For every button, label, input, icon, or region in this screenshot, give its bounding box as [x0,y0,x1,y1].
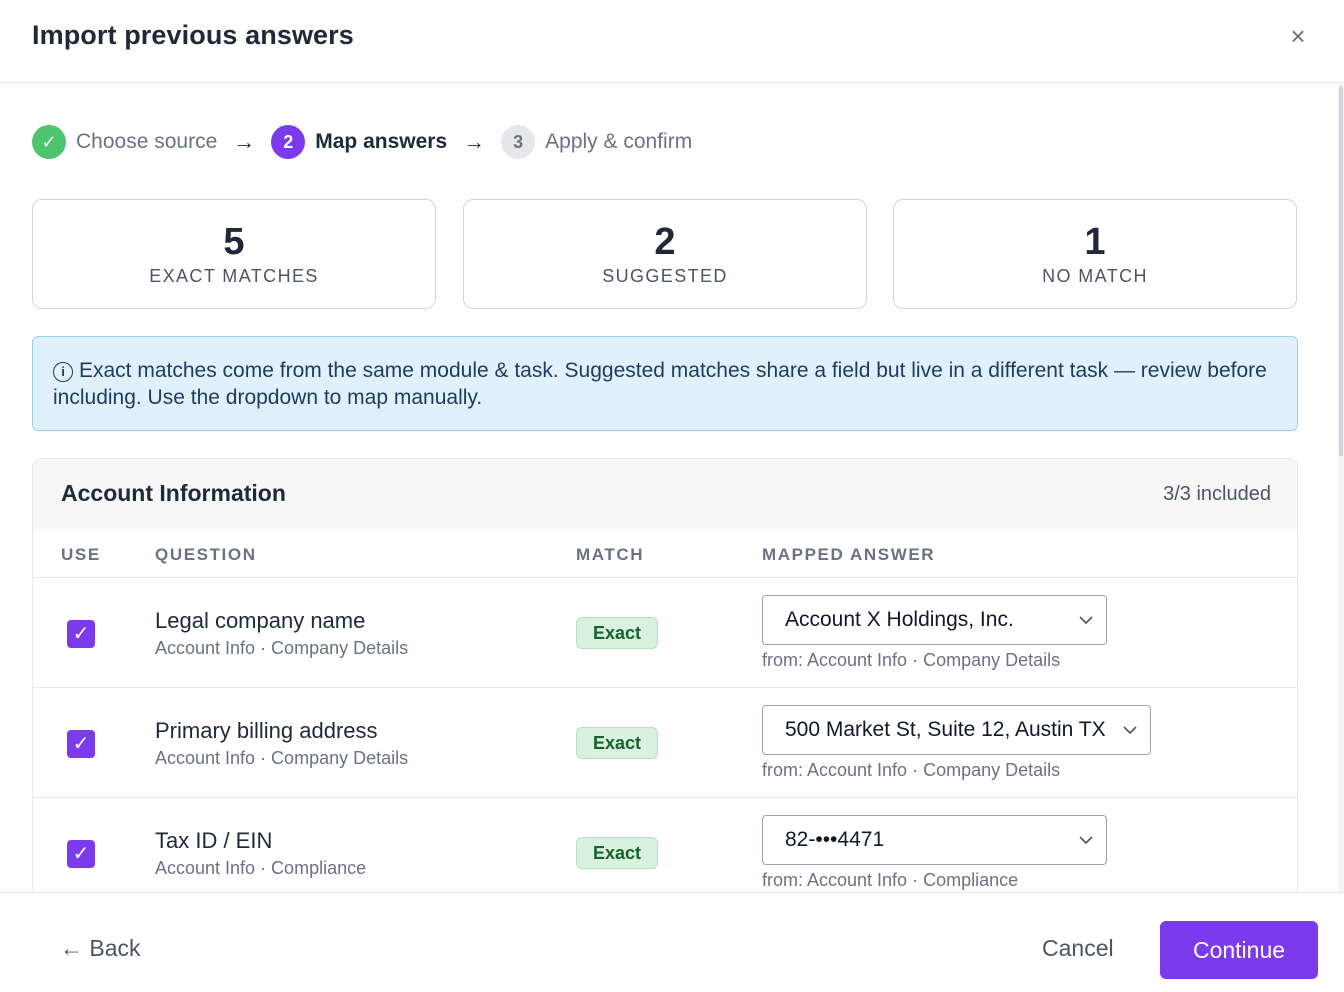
table-row: ✓ Legal company name Account Info · Comp… [33,578,1297,688]
modal-footer: ← Back Cancel Continue [0,892,1344,992]
answer-source: from: Account Info · Company Details [762,650,1061,670]
answer-source: from: Account Info · Compliance [762,870,1019,890]
match-badge: Exact [576,727,658,759]
question-path: Account Info · Compliance [155,858,367,878]
answer-source: from: Account Info · Company Details [762,760,1061,780]
step-apply-confirm[interactable]: 3 Apply & confirm [501,125,692,159]
continue-button[interactable]: Continue [1160,921,1318,979]
stat-label: EXACT MATCHES [149,266,319,286]
stat-card-exact: 5 EXACT MATCHES [32,199,436,309]
select-value: Account X Holdings, Inc. [785,608,1014,631]
modal-header: Import previous answers × [0,0,1344,83]
stat-card-no-match: 1 NO MATCH [893,199,1297,309]
match-badge: Exact [576,617,658,649]
use-checkbox[interactable]: ✓ [67,730,95,758]
stat-value: 1 [1084,221,1106,263]
step-label: Apply & confirm [545,130,693,153]
mapped-answer-select[interactable]: 82-•••4471 [762,815,1107,865]
column-header-match: MATCH [576,545,645,564]
use-checkbox[interactable]: ✓ [67,620,95,648]
select-value: 500 Market St, Suite 12, Austin TX [785,718,1106,741]
step-map-answers[interactable]: 2 Map answers [271,125,447,159]
column-header-use: USE [61,545,101,564]
stat-value: 2 [654,221,676,263]
question-title: Tax ID / EIN [155,828,273,853]
info-banner: i Exact matches come from the same module… [32,336,1298,431]
info-icon: i [53,362,73,382]
question-path: Account Info · Company Details [155,638,409,658]
modal-title: Import previous answers [32,20,354,50]
chevron-down-icon [1079,836,1093,845]
mapped-answer-select[interactable]: Account X Holdings, Inc. [762,595,1107,645]
cancel-button[interactable]: Cancel [1042,935,1114,962]
step-label: Map answers [315,130,448,153]
use-checkbox[interactable]: ✓ [67,840,95,868]
check-icon: ✓ [32,125,66,159]
section-header: Account Information 3/3 included [33,459,1297,529]
chevron-down-icon [1079,616,1093,625]
stat-card-suggested: 2 SUGGESTED [463,199,867,309]
stat-label: SUGGESTED [602,266,728,286]
close-icon[interactable]: × [1284,22,1312,50]
match-badge: Exact [576,837,658,869]
section-count: 3/3 included [1163,483,1271,505]
arrow-right-icon: → [463,129,486,154]
step-choose-source[interactable]: ✓ Choose source [32,125,217,159]
question-title: Legal company name [155,608,366,633]
arrow-right-icon: → [233,129,256,154]
question-path: Account Info · Company Details [155,748,409,768]
stepper: ✓ Choose source → 2 Map answers → 3 Appl… [32,124,692,160]
question-title: Primary billing address [155,718,378,743]
step-label: Choose source [76,130,218,153]
step-number: 2 [271,125,306,159]
table-row: ✓ Primary billing address Account Info ·… [33,688,1297,798]
step-number: 3 [501,125,536,159]
section-title: Account Information [61,480,286,506]
mapped-answer-select[interactable]: 500 Market St, Suite 12, Austin TX [762,705,1151,755]
chevron-down-icon [1123,726,1137,735]
table-row: ✓ Tax ID / EIN Account Info · Compliance… [33,798,1297,897]
stat-value: 5 [223,221,245,263]
stat-label: NO MATCH [1042,266,1148,286]
column-header-mapped-answer: MAPPED ANSWER [762,545,936,564]
scrollbar-thumb[interactable] [1339,86,1343,456]
back-button[interactable]: ← Back [60,935,141,962]
info-text: Exact matches come from the same module … [53,359,1267,409]
section-account-information: Account Information 3/3 included USE QUE… [32,458,1298,898]
select-value: 82-•••4471 [785,828,885,851]
column-header-question: QUESTION [155,545,257,564]
